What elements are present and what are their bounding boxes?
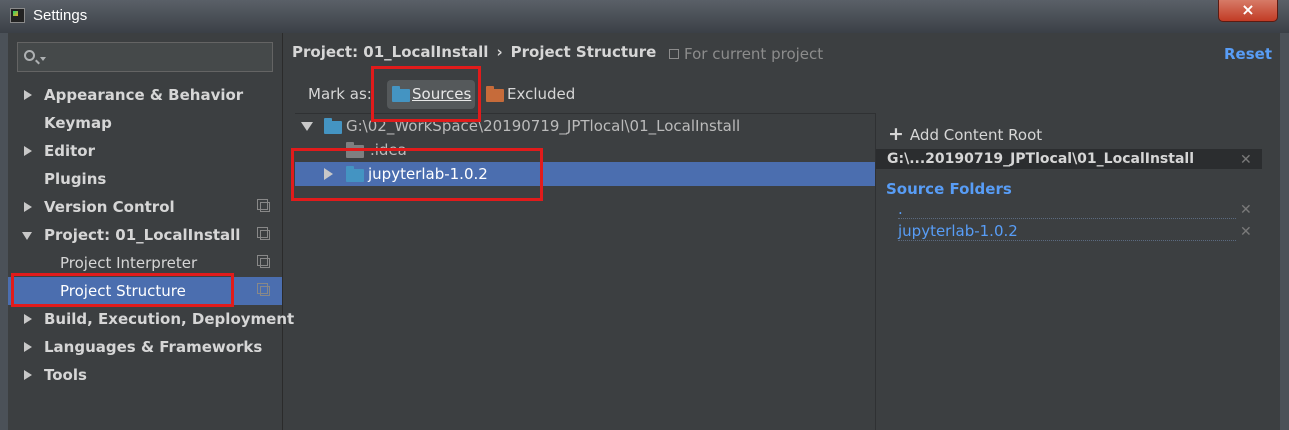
remove-content-root-icon[interactable]: ✕ xyxy=(1240,153,1252,167)
window-title: Settings xyxy=(33,7,88,24)
folder-blue-icon xyxy=(346,166,364,182)
project-scope-icon xyxy=(257,255,270,268)
tree-row-content-root[interactable]: G:\02_WorkSpace\20190719_JPTlocal\01_Loc… xyxy=(295,114,875,138)
title-bar: Settings × xyxy=(0,0,1289,33)
expand-arrow-icon[interactable] xyxy=(24,314,32,324)
tree-row-label: .idea xyxy=(370,141,407,159)
sidebar-item-label: Version Control xyxy=(44,198,175,216)
sidebar-item-appearance-behavior[interactable]: Appearance & Behavior xyxy=(8,81,282,109)
pycharm-app-icon xyxy=(10,8,25,23)
breadcrumb-project[interactable]: Project: 01_LocalInstall xyxy=(292,43,488,61)
mark-as-excluded-button[interactable]: Excluded xyxy=(484,80,584,109)
tree-row-label: jupyterlab-1.0.2 xyxy=(368,165,488,183)
content-root-path: G:\...20190719_JPTlocal\01_LocalInstall xyxy=(887,151,1194,167)
tree-row-idea[interactable]: .idea xyxy=(295,138,875,162)
collapse-arrow-icon[interactable] xyxy=(22,232,32,240)
project-scope-icon xyxy=(257,283,270,296)
sidebar-item-project[interactable]: Project: 01_LocalInstall xyxy=(8,221,282,249)
expand-arrow-icon[interactable] xyxy=(24,202,32,212)
add-content-root-label: Add Content Root xyxy=(909,126,1043,144)
remove-source-folder-icon[interactable]: ✕ xyxy=(1240,203,1252,217)
expand-arrow-icon[interactable] xyxy=(24,90,32,100)
reset-link[interactable]: Reset xyxy=(1224,45,1272,63)
sidebar-item-project-structure[interactable]: Project Structure xyxy=(8,277,282,305)
window-frame-left xyxy=(0,33,8,430)
sidebar-item-label: Project Structure xyxy=(60,282,186,300)
sidebar-item-version-control[interactable]: Version Control xyxy=(8,193,282,221)
sidebar-item-keymap[interactable]: Keymap xyxy=(8,109,282,137)
search-dropdown-icon[interactable] xyxy=(40,57,46,61)
sidebar-item-editor[interactable]: Editor xyxy=(8,137,282,165)
sources-button-label: Sources xyxy=(412,85,472,103)
source-folder-icon xyxy=(392,86,410,102)
plus-icon: + xyxy=(888,123,904,145)
project-scope-icon xyxy=(669,49,679,59)
window-frame-right xyxy=(1280,33,1289,430)
expand-arrow-icon[interactable] xyxy=(324,168,333,180)
sidebar-item-label: Project Interpreter xyxy=(60,254,198,272)
content-roots-pane: + Add Content Root G:\...20190719_JPTloca… xyxy=(875,113,1262,430)
mark-as-sources-button[interactable]: Sources xyxy=(387,80,475,109)
expand-arrow-icon[interactable] xyxy=(24,146,32,156)
sidebar-item-label: Appearance & Behavior xyxy=(44,86,244,104)
sidebar-item-build-execution-deployment[interactable]: Build, Execution, Deployment xyxy=(8,305,294,333)
source-folder-entry[interactable]: jupyterlab-1.0.2 xyxy=(898,221,1236,241)
tree-row-label: G:\02_WorkSpace\20190719_JPTlocal\01_Loc… xyxy=(346,117,741,135)
collapse-arrow-icon[interactable] xyxy=(301,122,313,131)
breadcrumb-separator: › xyxy=(496,43,503,61)
sidebar-item-label: Build, Execution, Deployment xyxy=(44,310,295,328)
excluded-button-label: Excluded xyxy=(507,85,576,103)
sidebar-item-label: Tools xyxy=(44,366,87,384)
breadcrumb-current: Project Structure xyxy=(510,43,657,61)
sidebar-item-label: Keymap xyxy=(44,114,112,132)
remove-source-folder-icon[interactable]: ✕ xyxy=(1240,225,1252,239)
directory-tree: G:\02_WorkSpace\20190719_JPTlocal\01_Loc… xyxy=(295,113,875,430)
sidebar-item-label: Languages & Frameworks xyxy=(44,338,263,356)
content-root-header: G:\...20190719_JPTlocal\01_LocalInstall xyxy=(876,149,1262,169)
settings-search-box[interactable] xyxy=(17,42,273,72)
source-folder-entry[interactable]: . xyxy=(898,199,1236,219)
expand-arrow-icon[interactable] xyxy=(24,342,32,352)
settings-sidebar: Appearance & Behavior Keymap Editor Plug… xyxy=(8,33,294,430)
sidebar-item-plugins[interactable]: Plugins xyxy=(8,165,282,193)
add-content-root-button[interactable]: + Add Content Root xyxy=(888,123,1042,145)
mark-as-label: Mark as: xyxy=(308,85,372,103)
folder-grey-icon xyxy=(346,142,364,158)
close-window-button[interactable]: × xyxy=(1218,0,1278,22)
excluded-folder-icon xyxy=(486,86,504,102)
tree-row-jupyterlab[interactable]: jupyterlab-1.0.2 xyxy=(295,162,875,186)
sidebar-item-tools[interactable]: Tools xyxy=(8,361,282,389)
breadcrumb: Project: 01_LocalInstall › Project Structu… xyxy=(292,43,656,61)
project-scope-icon xyxy=(257,199,270,212)
sidebar-item-label: Editor xyxy=(44,142,95,160)
sidebar-item-languages-frameworks[interactable]: Languages & Frameworks xyxy=(8,333,282,361)
expand-arrow-icon[interactable] xyxy=(24,370,32,380)
sidebar-item-label: Project: 01_LocalInstall xyxy=(44,226,241,244)
sidebar-item-project-interpreter[interactable]: Project Interpreter xyxy=(8,249,282,277)
scope-note: For current project xyxy=(669,45,823,63)
search-icon xyxy=(24,50,35,61)
source-folders-title: Source Folders xyxy=(886,180,1012,198)
folder-blue-icon xyxy=(324,118,342,134)
sidebar-item-label: Plugins xyxy=(44,170,107,188)
settings-search-input[interactable] xyxy=(48,46,268,68)
project-scope-icon xyxy=(257,227,270,240)
scope-note-text: For current project xyxy=(684,45,824,63)
